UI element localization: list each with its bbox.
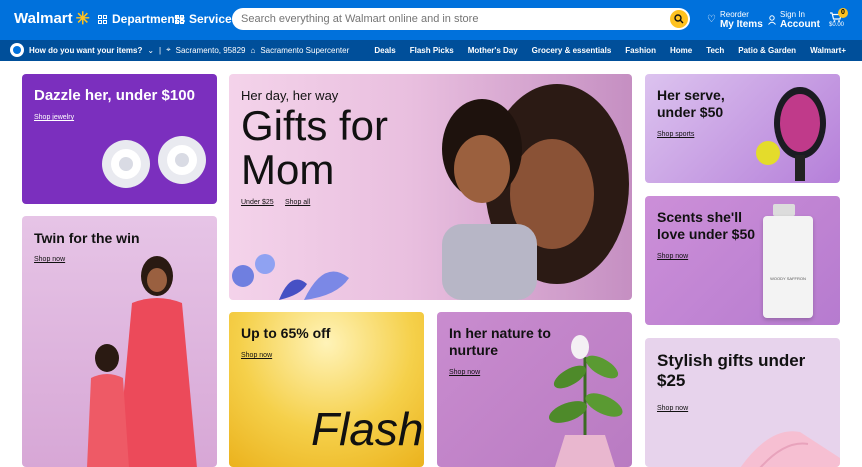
search-icon [674, 14, 684, 24]
nav-deals[interactable]: Deals [374, 46, 395, 55]
shop-now-link[interactable]: Shop now [657, 405, 688, 412]
shop-all-link[interactable]: Shop all [285, 199, 310, 206]
grid-icon [98, 14, 107, 24]
bottle-cap [773, 204, 795, 216]
search-bar [232, 8, 690, 30]
delivery-selector[interactable]: How do you want your items? ⌄ | ⌖ Sacram… [10, 43, 349, 57]
sports-card[interactable]: Her serve, under $50 Shop sports [645, 74, 840, 183]
shop-jewelry-link[interactable]: Shop jewelry [34, 114, 74, 121]
nav-home[interactable]: Home [670, 46, 692, 55]
services-label: Services [189, 12, 239, 26]
signin-label: Sign In [780, 10, 805, 19]
shop-now-link[interactable]: Shop now [657, 253, 688, 260]
divider: | [159, 45, 162, 55]
search-button[interactable] [670, 10, 688, 28]
hero-title-line1: Gifts for [241, 102, 389, 149]
hero-title-line2: Mom [241, 146, 335, 194]
twin-card[interactable]: Twin for the win Shop now [22, 216, 217, 467]
mother-daughter-dress-photo [87, 256, 197, 467]
shop-now-link[interactable]: Shop now [34, 256, 65, 263]
shop-sports-link[interactable]: Shop sports [657, 131, 694, 138]
cart-button[interactable]: 0 $0.00 [829, 8, 851, 31]
search-input[interactable] [232, 8, 652, 30]
store-text: Sacramento Supercenter [260, 45, 350, 55]
cart-count-badge: 0 [838, 8, 848, 18]
flash-deals-card[interactable]: Up to 65% off Shop now Flash [229, 312, 424, 467]
site-header: Walmart ✳ Departments Services ♡ Reorder… [0, 0, 862, 40]
reorder-my-items[interactable]: ♡ Reorder My Items [707, 10, 763, 30]
location-pin-icon: ⌖ [166, 45, 171, 54]
location-text: Sacramento, 95829 [175, 45, 246, 55]
under-25-link[interactable]: Under $25 [241, 199, 274, 206]
stylish-gifts-card[interactable]: Stylish gifts under $25 Shop now [645, 338, 840, 467]
nav-mothers-day[interactable]: Mother's Day [468, 46, 518, 55]
logo-text: Walmart [14, 10, 73, 27]
delivery-prompt: How do you want your items? [29, 45, 143, 55]
nurture-card[interactable]: In her nature to nurture Shop now [437, 312, 632, 467]
services-button[interactable]: Services [175, 12, 238, 26]
cart-total: $0.00 [829, 22, 845, 28]
card-title: Scents she'll love under $50 [657, 209, 756, 242]
store-icon: ⌂ [250, 45, 256, 55]
scents-card[interactable]: Scents she'll love under $50 Shop now WO… [645, 196, 840, 325]
nav-flash-picks[interactable]: Flash Picks [410, 46, 454, 55]
services-grid-icon [175, 14, 184, 24]
nav-grocery[interactable]: Grocery & essentials [532, 46, 612, 55]
chevron-down-icon: ⌄ [147, 45, 155, 55]
walmart-logo[interactable]: Walmart ✳ [14, 10, 90, 27]
delivery-avatar-icon [10, 43, 24, 57]
account-signin[interactable]: Sign In Account [768, 10, 820, 30]
card-title: Dazzle her, under $100 [34, 87, 195, 104]
nav-tech[interactable]: Tech [706, 46, 724, 55]
hero-title: Gifts for Mom [241, 102, 389, 194]
potted-plant-image [548, 335, 623, 467]
gifts-for-mom-hero[interactable]: Her day, her way Gifts for Mom Under $25… [229, 74, 632, 300]
reorder-label: Reorder [719, 10, 749, 19]
bottle-label: WOODY SAFFRON [770, 276, 806, 281]
heart-icon: ♡ [707, 14, 716, 25]
flowers-decoration [232, 254, 349, 300]
card-title: Twin for the win [34, 230, 140, 246]
card-title: Stylish gifts under $25 [657, 351, 806, 391]
pajama-set-image [740, 431, 840, 467]
jewelry-card[interactable]: Dazzle her, under $100 Shop jewelry [22, 74, 217, 204]
perfume-bottle-image: WOODY SAFFRON [763, 216, 813, 318]
shop-now-link[interactable]: Shop now [241, 352, 272, 359]
nav-patio-garden[interactable]: Patio & Garden [738, 46, 796, 55]
delivery-subbar: How do you want your items? ⌄ | ⌖ Sacram… [0, 40, 862, 61]
earrings-image [102, 136, 206, 188]
flash-picks-art: Flash [311, 403, 424, 455]
spark-icon: ✳ [75, 9, 90, 28]
card-title: Up to 65% off [241, 325, 331, 341]
shop-now-link[interactable]: Shop now [449, 369, 480, 376]
mother-child-photo [442, 84, 629, 300]
category-nav: Deals Flash Picks Mother's Day Grocery &… [374, 46, 846, 55]
nav-fashion[interactable]: Fashion [625, 46, 656, 55]
pickleball-paddle-image [756, 87, 826, 181]
departments-button[interactable]: Departments [98, 12, 185, 26]
account-label: Account [780, 19, 820, 30]
nav-walmart-plus[interactable]: Walmart+ [810, 46, 846, 55]
my-items-label: My Items [719, 19, 763, 30]
person-icon [768, 15, 776, 25]
